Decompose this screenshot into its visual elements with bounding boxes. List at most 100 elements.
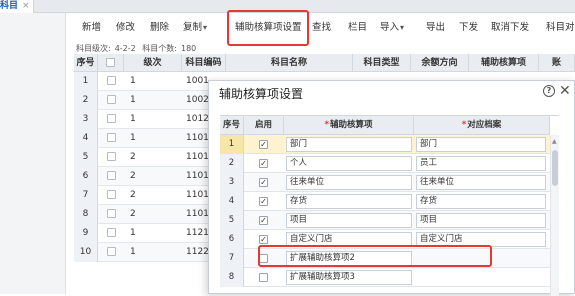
dlg-col-enabled: 启用: [244, 116, 284, 135]
row-number: 8: [220, 268, 244, 287]
archive-field[interactable]: 存货: [416, 194, 546, 209]
row-checkbox[interactable]: [106, 247, 116, 256]
row-checkbox[interactable]: [106, 171, 116, 180]
import-dropdown-button[interactable]: 导入: [380, 14, 404, 42]
aux-item-field[interactable]: 扩展辅助核算项3: [286, 270, 412, 285]
row-checkbox[interactable]: [106, 95, 116, 104]
row-number: 10: [74, 243, 98, 262]
dlg-col-num: 序号: [220, 116, 244, 135]
aux-item-row[interactable]: 3 往来单位往来单位: [220, 173, 559, 192]
row-checkbox[interactable]: [106, 133, 116, 142]
row-level: 1: [130, 114, 136, 124]
dialog-scrollbar[interactable]: ▲: [550, 136, 559, 296]
tab-label: 科目: [0, 1, 19, 11]
row-number: 8: [74, 205, 98, 224]
columns-button[interactable]: 栏目: [348, 14, 367, 42]
row-checkbox[interactable]: [106, 209, 116, 218]
row-select[interactable]: [98, 91, 124, 110]
col-header-select[interactable]: [98, 54, 124, 72]
distribute-button[interactable]: 下发: [459, 14, 478, 42]
aux-item-row[interactable]: 8 扩展辅助核算项3: [220, 268, 559, 287]
row-number: 3: [74, 110, 98, 129]
row-level: 1: [130, 247, 136, 257]
table-header: 序号 级次 科目编码 科目名称 科目类型 余额方向 辅助核算项 账: [74, 54, 575, 72]
row-highlight: [258, 245, 492, 267]
subject-info: 科目级次: 4-2-2 科目个数: 180: [76, 43, 200, 54]
row-checkbox[interactable]: [106, 228, 116, 237]
enabled-checkbox[interactable]: [259, 197, 268, 206]
col-header-code: 科目编码: [182, 54, 226, 72]
row-select[interactable]: [98, 224, 124, 243]
col-header-name: 科目名称: [226, 54, 353, 72]
aux-item-row[interactable]: 2 个人员工: [220, 154, 559, 173]
aux-item-field[interactable]: 存货: [286, 194, 412, 209]
delete-button[interactable]: 删除: [150, 14, 169, 42]
aux-item-field[interactable]: 往来单位: [286, 175, 412, 190]
scrollbar-thumb[interactable]: [552, 150, 558, 186]
tab-subjects[interactable]: 科目 ×: [0, 0, 34, 13]
row-select[interactable]: [98, 205, 124, 224]
row-number: 4: [74, 129, 98, 148]
level-value: 4-2-2: [114, 44, 136, 53]
archive-field[interactable]: 部门: [416, 137, 546, 152]
row-checkbox[interactable]: [106, 190, 116, 199]
row-select[interactable]: [98, 148, 124, 167]
aux-item-field[interactable]: 部门: [286, 137, 412, 152]
row-select[interactable]: [98, 72, 124, 91]
row-select[interactable]: [98, 110, 124, 129]
find-button[interactable]: 查找: [312, 14, 331, 42]
dialog-title: 辅助核算项设置: [219, 87, 304, 101]
dlg-col-item-label: 辅助核算项: [329, 120, 373, 130]
close-icon[interactable]: ✕: [559, 82, 571, 100]
row-number: 5: [74, 148, 98, 167]
count-label: 科目个数:: [142, 44, 177, 53]
row-checkbox[interactable]: [106, 152, 116, 161]
archive-field[interactable]: 往来单位: [416, 175, 546, 190]
enabled-checkbox[interactable]: [259, 140, 268, 149]
aux-item-row[interactable]: 4 存货存货: [220, 192, 559, 211]
enabled-checkbox[interactable]: [259, 273, 268, 282]
col-header-type: 科目类型: [353, 54, 411, 72]
aux-item-field[interactable]: 项目: [286, 213, 412, 228]
cancel-distribute-button[interactable]: 取消下发: [491, 14, 529, 42]
col-header-num: 序号: [74, 54, 98, 72]
col-header-level: 级次: [124, 54, 182, 72]
select-all-checkbox[interactable]: [106, 58, 115, 67]
export-button[interactable]: 导出: [426, 14, 445, 42]
row-level: 2: [130, 152, 136, 162]
aux-item-row[interactable]: 1 部门部门: [220, 135, 559, 154]
row-number: 4: [220, 192, 244, 211]
row-select[interactable]: [98, 167, 124, 186]
row-select[interactable]: [98, 243, 124, 262]
dlg-col-item: *辅助核算项: [284, 116, 414, 135]
archive-field[interactable]: 员工: [416, 156, 546, 171]
row-number: 2: [220, 154, 244, 173]
enabled-checkbox[interactable]: [259, 235, 268, 244]
row-number: 2: [74, 91, 98, 110]
help-icon[interactable]: ?: [543, 85, 555, 97]
add-button[interactable]: 新增: [82, 14, 101, 42]
copy-dropdown-button[interactable]: 复制: [183, 14, 207, 42]
dlg-col-archive: *对应档案: [414, 116, 550, 135]
subject-compare-button[interactable]: 科目对: [546, 14, 575, 42]
enabled-checkbox[interactable]: [259, 159, 268, 168]
row-checkbox[interactable]: [106, 114, 116, 123]
enabled-checkbox[interactable]: [259, 178, 268, 187]
row-level: 2: [130, 190, 136, 200]
row-select[interactable]: [98, 186, 124, 205]
row-number: 7: [74, 186, 98, 205]
aux-item-row[interactable]: 5 项目项目: [220, 211, 559, 230]
edit-button[interactable]: 修改: [116, 14, 135, 42]
row-level: 1: [130, 228, 136, 238]
aux-item-field[interactable]: 个人: [286, 156, 412, 171]
row-number: 6: [74, 167, 98, 186]
archive-field[interactable]: 项目: [416, 213, 546, 228]
row-checkbox[interactable]: [106, 76, 116, 85]
row-level: 1: [130, 95, 136, 105]
scroll-up-icon[interactable]: ▲: [552, 138, 557, 145]
tab-close-icon[interactable]: ×: [22, 0, 30, 13]
row-number: 3: [220, 173, 244, 192]
col-header-balance: 余额方向: [411, 54, 469, 72]
row-select[interactable]: [98, 129, 124, 148]
enabled-checkbox[interactable]: [259, 216, 268, 225]
